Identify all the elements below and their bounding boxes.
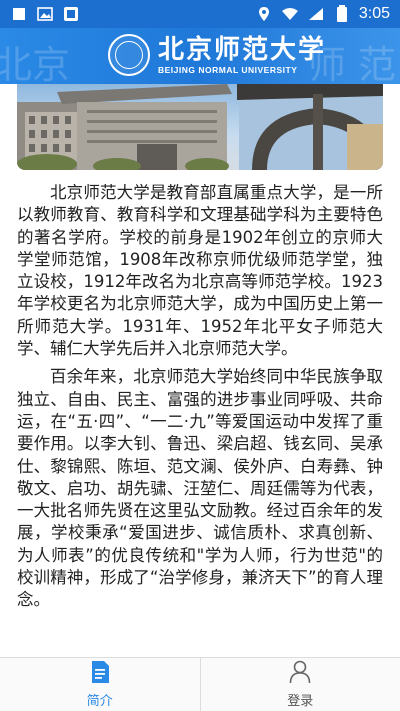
signal-icon (307, 6, 325, 22)
article-paragraph: 北京师范大学是教育部直属重点大学，是一所以教师教育、教育科学和文理基础学科为主要… (17, 183, 383, 359)
image-icon (36, 6, 54, 22)
nav-item-introduction[interactable]: 简介 (0, 658, 200, 711)
bottom-navigation: 简介 登录 (0, 657, 400, 711)
campus-photo (17, 84, 383, 170)
status-time: 3:05 (358, 5, 390, 22)
university-seal-icon (108, 34, 150, 76)
nav-item-login[interactable]: 登录 (199, 658, 400, 711)
wifi-icon (281, 6, 299, 22)
battery-icon (333, 5, 351, 22)
status-bar: 3:05 (0, 0, 400, 28)
person-icon (289, 660, 311, 688)
app-icon (62, 6, 80, 22)
nav-item-label: 简介 (86, 694, 113, 709)
document-icon (90, 660, 110, 688)
logo-english-name: BEIJING NORMAL UNIVERSITY (158, 64, 298, 75)
introduction-article: 北京师范大学是教育部直属重点大学，是一所以教师教育、教育科学和文理基础学科为主要… (17, 182, 383, 618)
article-paragraph: 百余年来，北京师范大学始终同中华民族争取独立、自由、民主、富强的进步事业同呼吸、… (17, 367, 383, 610)
university-logo: 北京师范大学 BEIJING NORMAL UNIVERSITY (108, 34, 326, 76)
nav-item-label: 登录 (287, 694, 314, 709)
logo-chinese-name: 北京师范大学 (158, 34, 327, 65)
location-icon (255, 6, 273, 22)
square-icon (10, 6, 28, 22)
header-decoration-left: 北京 (0, 43, 71, 84)
header-banner: 北京 师 范 北京师范大学 BEIJING NORMAL UNIVERSITY (0, 28, 400, 84)
